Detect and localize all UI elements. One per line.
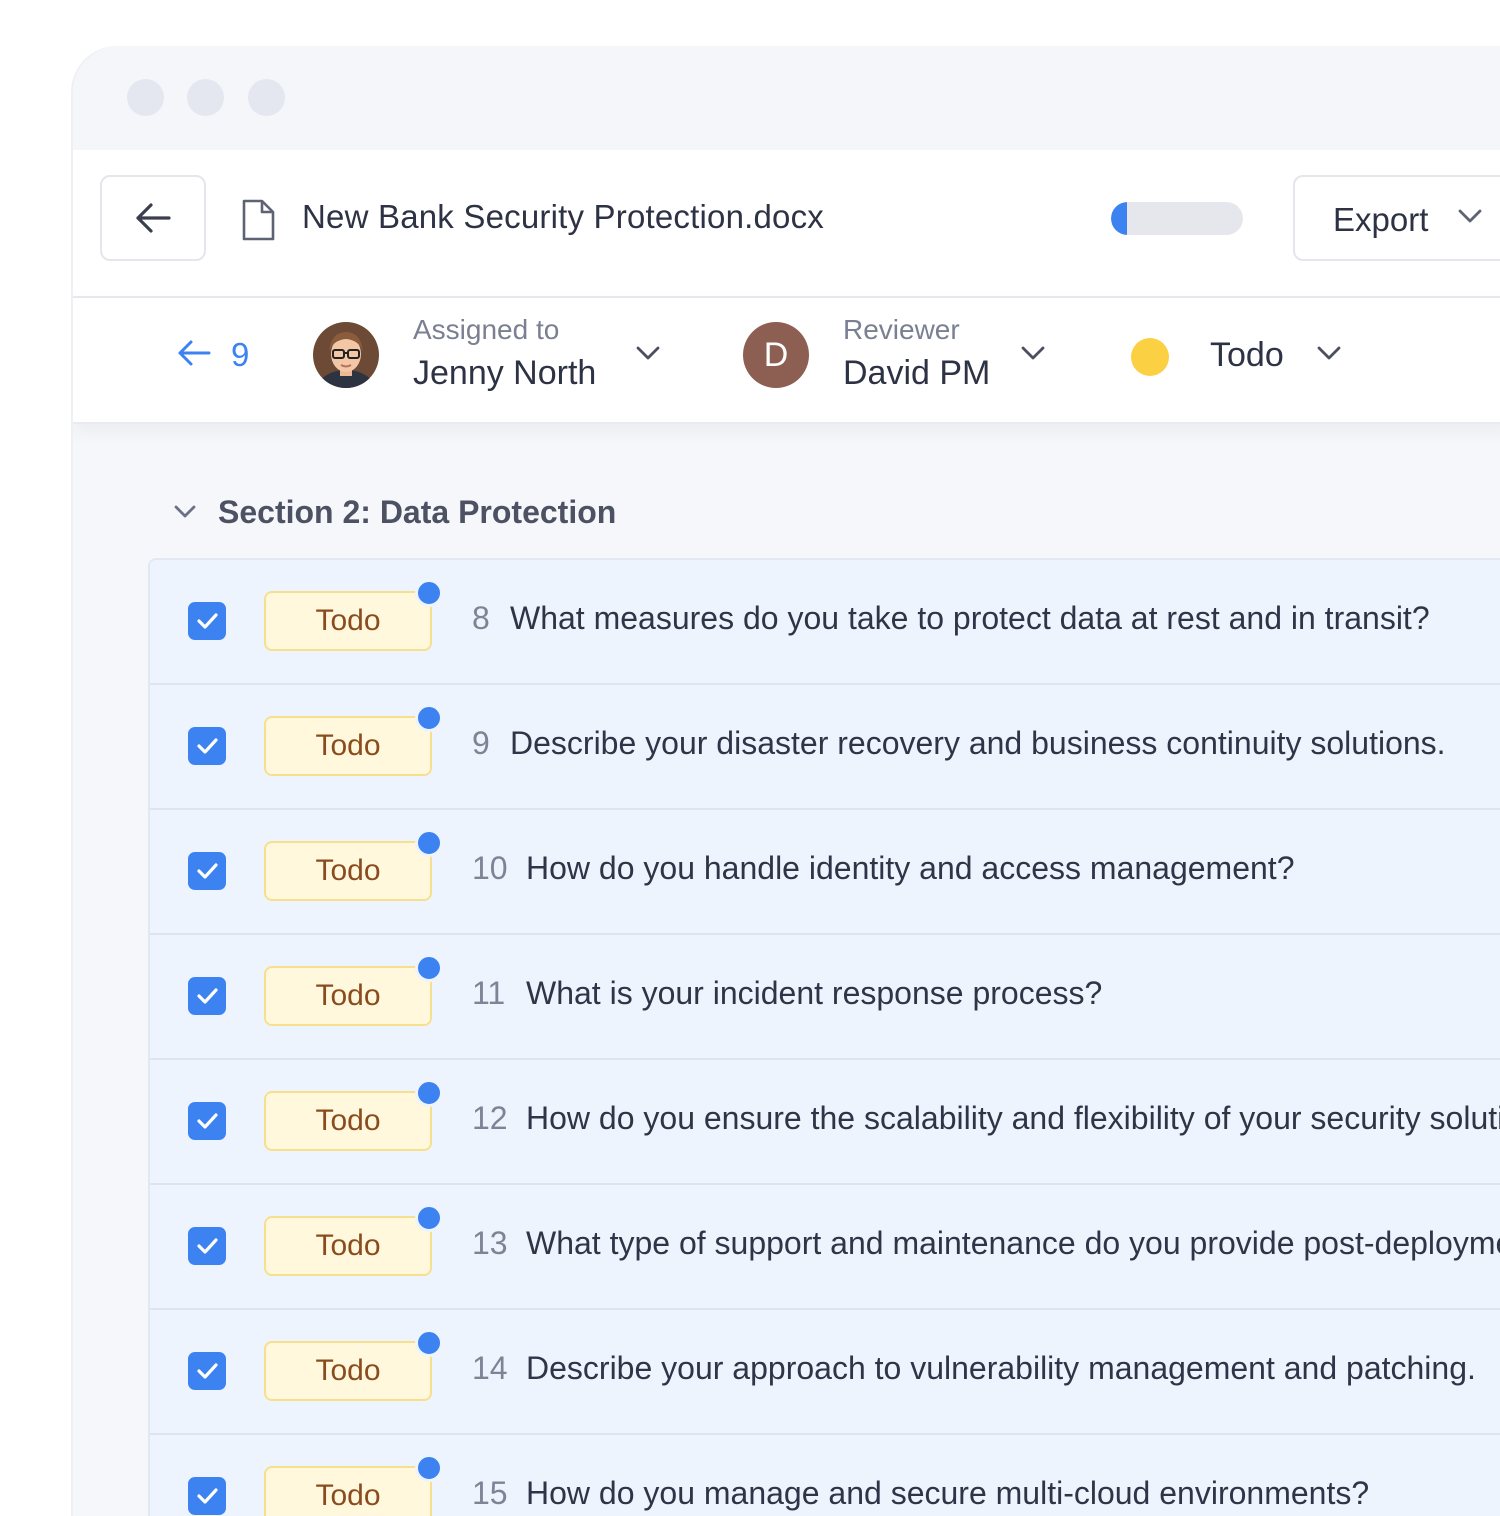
reviewer-caption: Reviewer (843, 314, 960, 345)
checkmark-icon (197, 1238, 218, 1254)
chevron-down-icon[interactable] (1020, 344, 1046, 362)
app-window: New Bank Security Protection.docx Export… (73, 46, 1500, 1516)
status-badge-label: Todo (315, 729, 381, 762)
arrow-left-icon[interactable] (176, 338, 212, 368)
row-checkbox[interactable] (188, 1227, 226, 1265)
unread-indicator-dot (415, 1329, 443, 1357)
document-title: New Bank Security Protection.docx (302, 198, 824, 235)
question-number: 11 (472, 975, 506, 1011)
status-badge[interactable]: Todo (264, 591, 432, 651)
arrow-left-icon (136, 203, 171, 233)
unread-indicator-dot (415, 704, 443, 732)
unread-indicator-dot (415, 579, 443, 607)
status-badge[interactable]: Todo (264, 716, 432, 776)
window-titlebar (73, 46, 1500, 150)
assignment-bar: 9 Assigned to Jenny North D Reviewer Dav… (73, 298, 1500, 424)
list-item[interactable]: Todo 8 What measures do you take to protec… (150, 560, 1500, 685)
chevron-down-icon[interactable] (173, 502, 197, 520)
export-label: Export (1333, 201, 1429, 238)
status-badge[interactable]: Todo (264, 1341, 432, 1401)
row-checkbox[interactable] (188, 977, 226, 1015)
row-checkbox[interactable] (188, 602, 226, 640)
document-icon (242, 199, 275, 241)
row-checkbox[interactable] (188, 1352, 226, 1390)
question-text: What measures do you take to protect dat… (510, 600, 1430, 636)
question-number: 12 (472, 1100, 508, 1136)
status-badge-label: Todo (315, 1479, 381, 1512)
assigned-caption: Assigned to (413, 314, 560, 345)
question-number: 9 (472, 725, 490, 761)
status-badge-label: Todo (315, 979, 381, 1012)
question-text: What type of support and maintenance do … (526, 1225, 1500, 1261)
row-checkbox[interactable] (188, 1477, 226, 1515)
section-title: Section 2: Data Protection (218, 494, 617, 530)
question-text: How do you ensure the scalability and fl… (526, 1100, 1500, 1136)
avatar (313, 322, 379, 388)
status-badge-label: Todo (315, 604, 381, 637)
answer-progress-bar (1111, 202, 1243, 235)
status-badge-label: Todo (315, 854, 381, 887)
unread-indicator-dot (415, 829, 443, 857)
checkmark-icon (197, 863, 218, 879)
list-item[interactable]: Todo 12 How do you ensure the scalability … (150, 1060, 1500, 1185)
list-item[interactable]: Todo 10 How do you handle identity and acc… (150, 810, 1500, 935)
export-button[interactable]: Export (1293, 175, 1500, 261)
list-item[interactable]: Todo 13 What type of support and maintenan… (150, 1185, 1500, 1310)
checkmark-icon (197, 738, 218, 754)
checkmark-icon (197, 1488, 218, 1504)
status-badge-label: Todo (315, 1229, 381, 1262)
window-close-dot[interactable] (127, 79, 164, 116)
checkmark-icon (197, 613, 218, 629)
status-badge[interactable]: Todo (264, 841, 432, 901)
question-text: How do you manage and secure multi-cloud… (526, 1475, 1370, 1511)
question-number: 15 (472, 1475, 508, 1511)
list-item[interactable]: Todo 14 Describe your approach to vulnerab… (150, 1310, 1500, 1435)
document-toolbar: New Bank Security Protection.docx Export (73, 150, 1500, 298)
status-badge-label: Todo (315, 1354, 381, 1387)
status-badge[interactable]: Todo (264, 966, 432, 1026)
question-number: 10 (472, 850, 508, 886)
answer-progress-fill (1111, 202, 1127, 235)
chevron-down-icon[interactable] (635, 344, 661, 362)
list-item[interactable]: Todo 15 How do you manage and secure multi… (150, 1435, 1500, 1516)
status-badge[interactable]: Todo (264, 1466, 432, 1516)
status-indicator-dot (1131, 338, 1169, 376)
question-number: 8 (472, 600, 490, 636)
row-checkbox[interactable] (188, 852, 226, 890)
row-checkbox[interactable] (188, 1102, 226, 1140)
status-dropdown-label[interactable]: Todo (1210, 336, 1284, 375)
question-text: Describe your disaster recovery and busi… (510, 725, 1446, 761)
reviewer-name[interactable]: David PM (843, 354, 990, 393)
status-badge-label: Todo (315, 1104, 381, 1137)
row-checkbox[interactable] (188, 727, 226, 765)
checkmark-icon (197, 1363, 218, 1379)
question-number: 13 (472, 1225, 508, 1261)
checkmark-icon (197, 1113, 218, 1129)
question-nav-count[interactable]: 9 (231, 336, 249, 374)
status-badge[interactable]: Todo (264, 1216, 432, 1276)
window-minimize-dot[interactable] (187, 79, 224, 116)
chevron-down-icon (1458, 209, 1482, 223)
list-item[interactable]: Todo 9 Describe your disaster recovery and… (150, 685, 1500, 810)
chevron-down-icon[interactable] (1316, 344, 1342, 362)
question-list: Todo 8 What measures do you take to protec… (148, 558, 1500, 1516)
checkmark-icon (197, 988, 218, 1004)
unread-indicator-dot (415, 1204, 443, 1232)
assignee-name[interactable]: Jenny North (413, 354, 596, 393)
avatar: D (743, 322, 809, 388)
unread-indicator-dot (415, 1079, 443, 1107)
question-text: Describe your approach to vulnerability … (526, 1350, 1476, 1386)
unread-indicator-dot (415, 954, 443, 982)
back-button[interactable] (100, 175, 206, 261)
status-badge[interactable]: Todo (264, 1091, 432, 1151)
list-item[interactable]: Todo 11 What is your incident response pro… (150, 935, 1500, 1060)
reviewer-initial: D (763, 335, 789, 374)
question-text: What is your incident response process? (526, 975, 1103, 1011)
question-text: How do you handle identity and access ma… (526, 850, 1295, 886)
window-maximize-dot[interactable] (248, 79, 285, 116)
question-number: 14 (472, 1350, 508, 1386)
unread-indicator-dot (415, 1454, 443, 1482)
